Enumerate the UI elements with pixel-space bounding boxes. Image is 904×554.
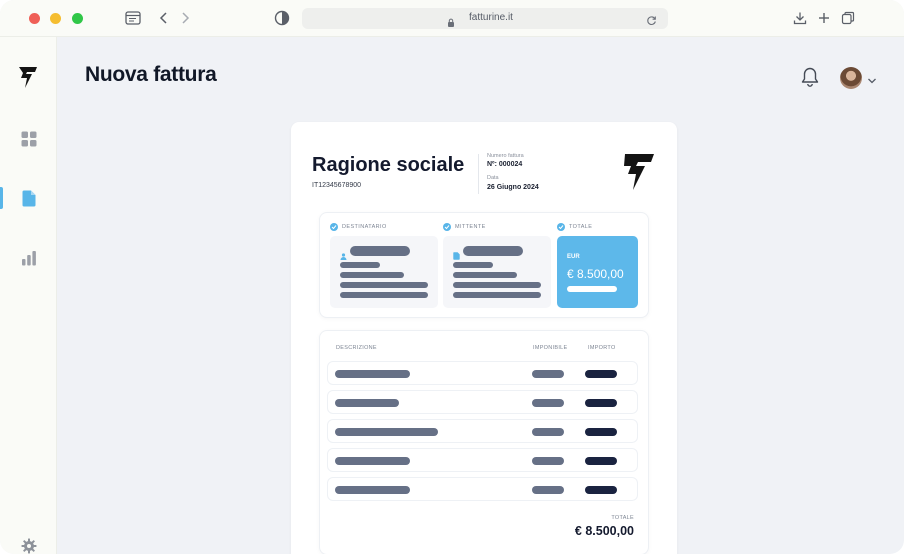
browser-toolbar: fatturine.it: [0, 0, 904, 37]
check-circle-icon: [443, 223, 451, 231]
table-row[interactable]: [327, 419, 638, 443]
total-amount: € 8.500,00: [567, 267, 624, 281]
parties-section: DESTINATARIO MITTENTE TOTALE EUR € 8.500…: [319, 212, 649, 318]
vat-number: IT12345678900: [312, 182, 362, 189]
maximize-window-button[interactable]: [72, 13, 83, 24]
text-placeholder: [453, 272, 517, 278]
company-logo-icon: [622, 152, 656, 197]
description-placeholder: [335, 370, 410, 378]
text-placeholder: [453, 282, 541, 288]
grid-icon: [21, 131, 37, 147]
total-header: TOTALE: [557, 223, 592, 231]
amount-placeholder: [585, 399, 617, 407]
date-value: 26 Giugno 2024: [487, 184, 539, 191]
sidebar-item-reports[interactable]: [18, 247, 40, 269]
gear-icon[interactable]: [18, 535, 40, 554]
app-logo-icon[interactable]: [17, 64, 39, 95]
table-row[interactable]: [327, 390, 638, 414]
recipient-label: DESTINATARIO: [342, 224, 387, 230]
amount-placeholder: [585, 486, 617, 494]
amount-placeholder: [585, 457, 617, 465]
date-label: Data: [487, 175, 499, 181]
invoice-number-value: Nº: 000024: [487, 161, 523, 168]
recipient-card[interactable]: [330, 236, 438, 308]
summary-total-label: TOTALE: [611, 515, 634, 521]
company-name: Ragione sociale: [312, 154, 465, 176]
total-label: TOTALE: [569, 224, 593, 230]
column-header-description: DESCRIZIONE: [336, 345, 377, 351]
app-window: fatturine.it Nuova fattura Ragione socia…: [0, 0, 904, 554]
text-placeholder: [340, 282, 428, 288]
sidebar-toggle-icon[interactable]: [125, 11, 141, 25]
text-placeholder: [340, 292, 428, 298]
line-items-section: DESCRIZIONE IMPONIBILE IMPORTO TOTALE € …: [319, 330, 649, 554]
sidebar-item-invoices[interactable]: [18, 187, 40, 209]
reload-icon[interactable]: [646, 13, 657, 31]
download-icon[interactable]: [793, 11, 807, 25]
amount-placeholder: [585, 370, 617, 378]
avatar[interactable]: [840, 67, 862, 89]
table-row[interactable]: [327, 361, 638, 385]
table-row[interactable]: [327, 448, 638, 472]
currency-label: EUR: [567, 254, 580, 260]
address-bar[interactable]: fatturine.it: [302, 8, 668, 29]
taxable-placeholder: [532, 399, 564, 407]
taxable-placeholder: [532, 486, 564, 494]
taxable-placeholder: [532, 457, 564, 465]
sender-card[interactable]: [443, 236, 551, 308]
text-placeholder: [340, 262, 380, 268]
forward-arrow-icon[interactable]: [180, 12, 190, 24]
column-header-amount: IMPORTO: [588, 345, 616, 351]
invoice-number-label: Numero fattura: [487, 153, 524, 159]
text-placeholder: [453, 262, 493, 268]
page-title: Nuova fattura: [85, 63, 217, 86]
minimize-window-button[interactable]: [50, 13, 61, 24]
taxable-placeholder: [532, 370, 564, 378]
total-card: EUR € 8.500,00: [557, 236, 638, 308]
amount-placeholder: [585, 428, 617, 436]
url-text: fatturine.it: [469, 12, 513, 23]
summary-total-amount: € 8.500,00: [574, 524, 634, 538]
description-placeholder: [335, 457, 410, 465]
close-window-button[interactable]: [29, 13, 40, 24]
document-icon: [22, 190, 36, 206]
new-tab-icon[interactable]: [818, 12, 830, 24]
recipient-name-placeholder: [350, 246, 410, 256]
recipient-header: DESTINATARIO: [330, 223, 387, 231]
description-placeholder: [335, 399, 399, 407]
chevron-down-icon[interactable]: [867, 72, 877, 90]
total-bar: [567, 286, 617, 292]
invoice-preview: Ragione sociale IT12345678900 Numero fat…: [291, 122, 677, 554]
theme-contrast-icon[interactable]: [274, 10, 290, 26]
text-placeholder: [340, 272, 404, 278]
table-row[interactable]: [327, 477, 638, 501]
sidebar-item-dashboard[interactable]: [18, 128, 40, 150]
column-header-taxable: IMPONIBILE: [533, 345, 568, 351]
description-placeholder: [335, 486, 410, 494]
description-placeholder: [335, 428, 438, 436]
back-arrow-icon[interactable]: [159, 12, 169, 24]
active-indicator: [0, 187, 3, 209]
bar-chart-icon: [22, 251, 36, 266]
text-placeholder: [453, 292, 541, 298]
sender-label: MITTENTE: [455, 224, 486, 230]
sidebar: [0, 37, 57, 554]
tabs-overview-icon[interactable]: [841, 11, 855, 25]
bell-icon[interactable]: [800, 66, 820, 93]
taxable-placeholder: [532, 428, 564, 436]
check-circle-icon: [330, 223, 338, 231]
sender-header: MITTENTE: [443, 223, 486, 231]
check-circle-icon: [557, 223, 565, 231]
sender-name-placeholder: [463, 246, 523, 256]
divider: [478, 154, 479, 194]
